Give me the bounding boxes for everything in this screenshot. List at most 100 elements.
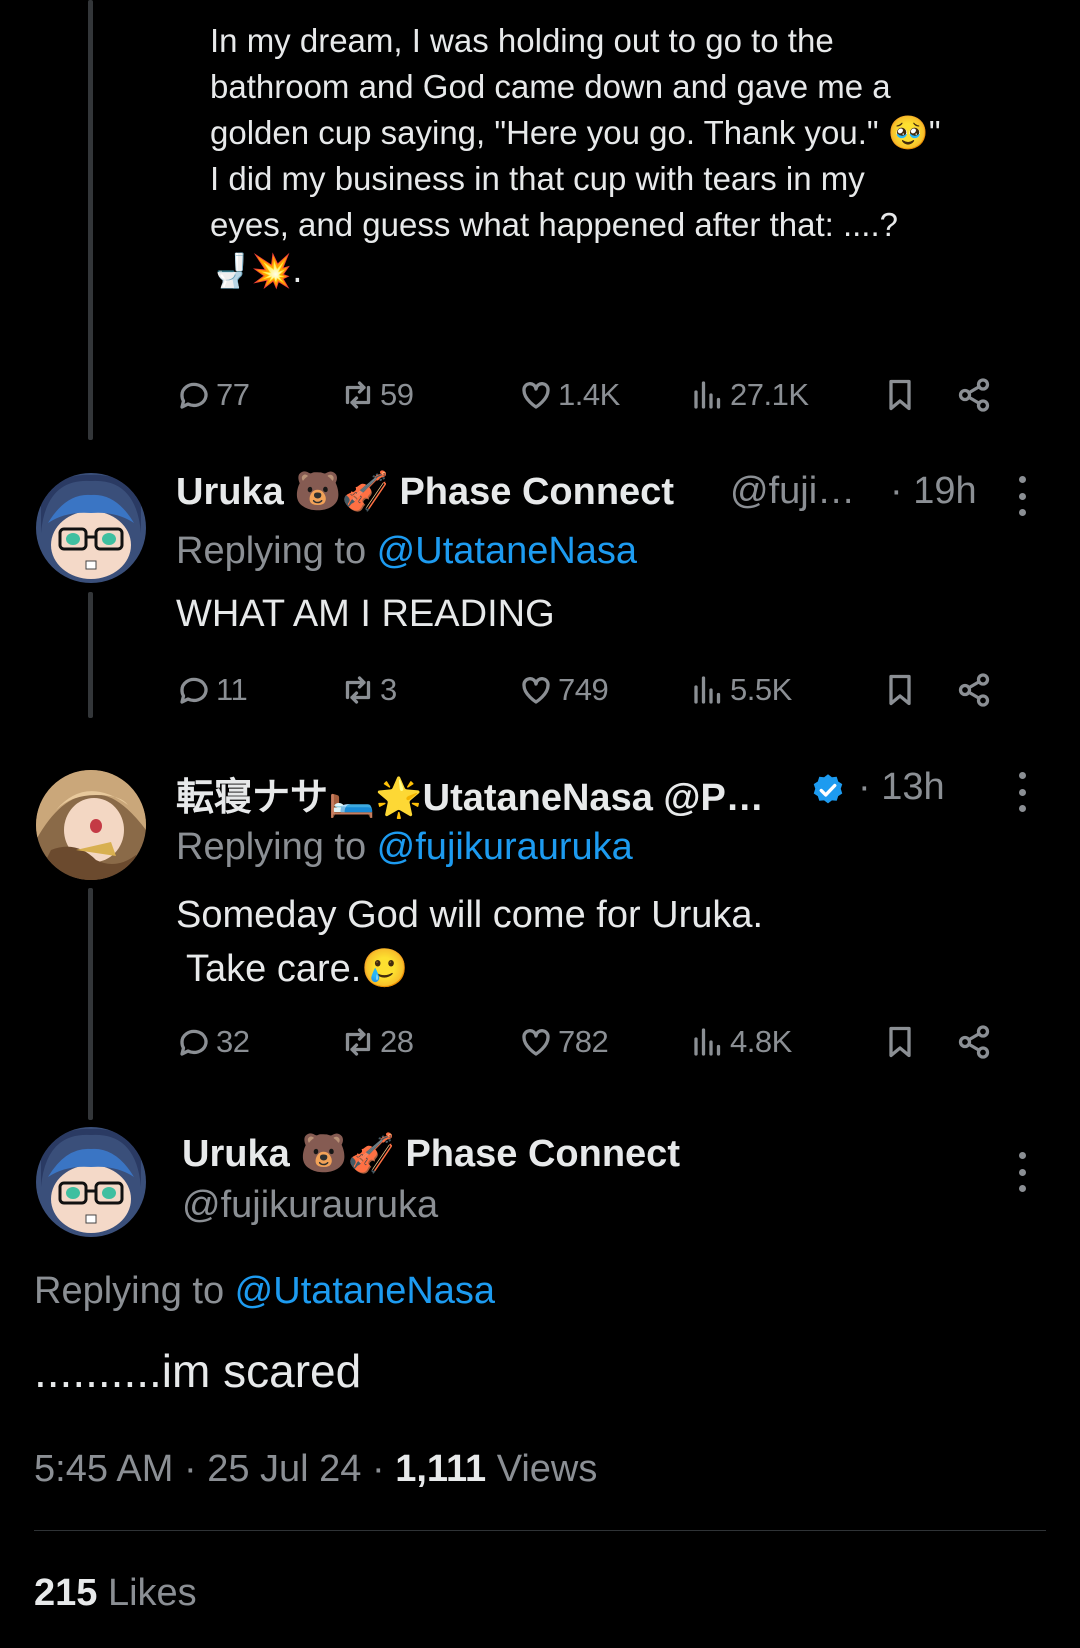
main-tweet-text: ..........im scared xyxy=(34,1345,362,1397)
reply2-timestamp[interactable]: · 13h xyxy=(858,766,945,809)
reply2-author-name-text: 転寝ナサ🛏️🌟UtataneNasa @P… xyxy=(176,777,764,819)
parent-tweet-line: I did my business in that cup with tears… xyxy=(210,160,865,197)
reply-button[interactable]: 77 xyxy=(176,375,250,415)
like-count: 749 xyxy=(558,672,609,707)
avatar-image xyxy=(36,473,146,583)
parent-tweet-line: eyes, and guess what happened after that… xyxy=(210,206,898,243)
meta-separator: · xyxy=(372,1448,396,1490)
thread-line-mid-2 xyxy=(88,888,93,1120)
share-button[interactable] xyxy=(956,670,992,710)
main-tweet-meta: 5:45 AM · 25 Jul 24 · 1,111 Views xyxy=(34,1448,597,1491)
like-count: 782 xyxy=(558,1024,609,1059)
like-icon xyxy=(522,1029,550,1056)
meta-separator: · xyxy=(183,1448,208,1490)
replying-to-label: Replying to xyxy=(176,826,377,868)
bookmark-button[interactable] xyxy=(882,1022,918,1062)
reply-button[interactable]: 11 xyxy=(176,670,248,710)
bookmark-button[interactable] xyxy=(882,670,918,710)
reply1-author-handle[interactable]: @fuji… xyxy=(730,470,855,513)
avatar-uruka-main[interactable] xyxy=(36,1127,146,1237)
main-author-name[interactable]: Uruka 🐻🎻 Phase Connect xyxy=(182,1132,680,1176)
reply2-author-name[interactable]: 転寝ナサ🛏️🌟UtataneNasa @P… xyxy=(176,766,764,821)
reply2-text-line: Take care.🥲 xyxy=(186,948,409,990)
reply-count: 77 xyxy=(216,377,250,412)
reply-count: 11 xyxy=(216,672,248,707)
main-author-handle[interactable]: @fujikurauruka xyxy=(182,1184,438,1227)
bookmark-icon xyxy=(889,1026,911,1058)
avatar-utatanenasa[interactable] xyxy=(36,770,146,880)
share-button[interactable] xyxy=(956,375,992,415)
repost-count: 28 xyxy=(380,1024,414,1059)
parent-tweet-line: 🚽💥. xyxy=(210,251,303,290)
repost-icon xyxy=(345,1028,371,1056)
repost-icon xyxy=(345,676,371,704)
tweet-date[interactable]: 25 Jul 24 xyxy=(207,1448,361,1490)
views-icon xyxy=(694,1028,721,1056)
avatar-image xyxy=(36,1127,146,1237)
thread-line-top xyxy=(88,0,93,440)
reply-icon xyxy=(180,677,208,704)
avatar-uruka[interactable] xyxy=(36,473,146,583)
views-icon xyxy=(694,676,721,704)
more-icon[interactable] xyxy=(1012,1152,1032,1192)
views-button[interactable]: 4.8K xyxy=(690,1022,792,1062)
parent-tweet-actions: 77 59 1.4K 27.1K xyxy=(176,375,1056,415)
verified-badge-icon xyxy=(813,774,843,804)
like-button[interactable]: 1.4K xyxy=(518,375,620,415)
like-icon xyxy=(522,677,550,704)
thread-line-mid-1 xyxy=(88,592,93,718)
repost-count: 3 xyxy=(380,672,397,707)
reply-icon xyxy=(180,1029,208,1056)
like-icon xyxy=(522,382,550,409)
replying-to-mention[interactable]: @fujikurauruka xyxy=(377,826,633,868)
main-replying-to: Replying to @UtataneNasa xyxy=(34,1270,495,1313)
divider xyxy=(34,1530,1046,1531)
reply2-text: Someday God will come for Uruka. Take ca… xyxy=(176,888,763,996)
like-button[interactable]: 782 xyxy=(518,1022,609,1062)
views-count: 5.5K xyxy=(730,672,792,707)
views-button[interactable]: 5.5K xyxy=(690,670,792,710)
repost-button[interactable]: 3 xyxy=(340,670,397,710)
likes-summary[interactable]: 215 Likes xyxy=(34,1572,197,1615)
reply-icon xyxy=(180,382,208,409)
views-label: Views xyxy=(496,1448,598,1490)
views-count: 4.8K xyxy=(730,1024,792,1059)
reply2-actions: 32 28 782 4.8K xyxy=(176,1022,1056,1062)
reply2-text-line: Someday God will come for Uruka. xyxy=(176,894,764,936)
avatar-image xyxy=(36,770,146,880)
views-count: 1,111 xyxy=(395,1448,487,1490)
reply1-author-name[interactable]: Uruka 🐻🎻 Phase Connect xyxy=(176,470,674,514)
reply-button[interactable]: 32 xyxy=(176,1022,250,1062)
views-count: 27.1K xyxy=(730,377,809,412)
repost-button[interactable]: 28 xyxy=(340,1022,414,1062)
share-icon xyxy=(958,378,990,412)
bookmark-icon xyxy=(889,674,911,706)
more-icon[interactable] xyxy=(1012,476,1032,516)
reply1-timestamp[interactable]: · 19h xyxy=(890,470,977,513)
repost-icon xyxy=(345,381,371,409)
reply-count: 32 xyxy=(216,1024,250,1059)
repost-count: 59 xyxy=(380,377,414,412)
like-button[interactable]: 749 xyxy=(518,670,609,710)
bookmark-button[interactable] xyxy=(882,375,918,415)
tweet-time[interactable]: 5:45 AM xyxy=(34,1448,173,1490)
replying-to-label: Replying to xyxy=(176,530,377,572)
reply2-replying-to: Replying to @fujikurauruka xyxy=(176,826,633,869)
likes-label: Likes xyxy=(107,1572,197,1614)
views-button[interactable]: 27.1K xyxy=(690,375,809,415)
share-icon xyxy=(958,673,990,707)
views-icon xyxy=(694,381,721,409)
replying-to-label: Replying to xyxy=(34,1270,235,1312)
more-icon[interactable] xyxy=(1012,772,1032,812)
share-button[interactable] xyxy=(956,1022,992,1062)
reply1-actions: 11 3 749 5.5K xyxy=(176,670,1056,710)
repost-button[interactable]: 59 xyxy=(340,375,414,415)
parent-tweet-text: In my dream, I was holding out to go to … xyxy=(210,18,1030,294)
replying-to-mention[interactable]: @UtataneNasa xyxy=(235,1270,495,1312)
share-icon xyxy=(958,1025,990,1059)
reply1-text: WHAT AM I READING xyxy=(176,593,555,635)
parent-tweet-line: In my dream, I was holding out to go to … xyxy=(210,22,834,59)
replying-to-mention[interactable]: @UtataneNasa xyxy=(377,530,637,572)
like-count: 1.4K xyxy=(558,377,620,412)
parent-tweet-line: bathroom and God came down and gave me a xyxy=(210,68,891,105)
